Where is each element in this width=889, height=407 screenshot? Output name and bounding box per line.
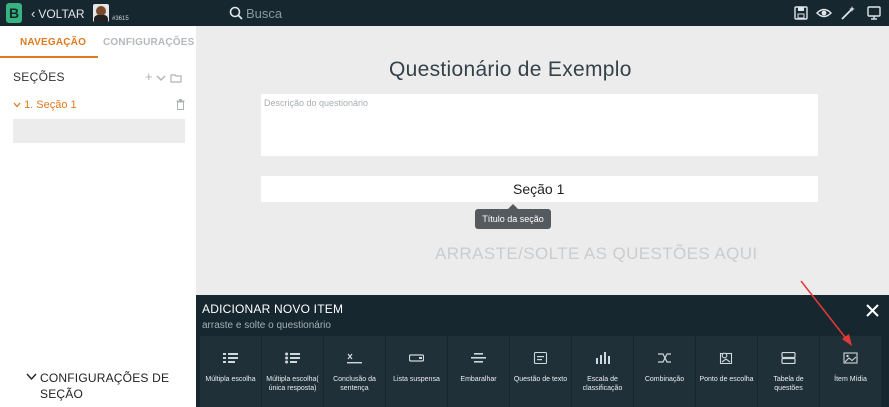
tile-label: Lista suspensa [393, 376, 440, 383]
app-logo[interactable]: B [6, 3, 22, 23]
shuffle-lines-icon [471, 353, 486, 363]
tile-ponto-escolha[interactable]: Ponto de escolha [696, 336, 757, 407]
sentence-icon [347, 353, 362, 364]
tile-multipla-escolha-unica[interactable]: Múltipla escolha( única resposta) [262, 336, 323, 407]
description-placeholder: Descrição do questionário [264, 98, 369, 108]
tile-label: Embaralhar [460, 376, 497, 383]
section-title-tooltip: Título da seção [475, 209, 551, 229]
questions-dropzone[interactable]: ARRASTE/SOLTE AS QUESTÕES AQUI [435, 244, 758, 264]
panel-title: ADICIONAR NOVO ITEM [202, 302, 344, 316]
tile-label: Ponto de escolha [699, 376, 754, 383]
image-icon [843, 352, 858, 364]
list-icon [223, 353, 238, 363]
bar-chart-icon [596, 352, 610, 364]
radio-list-icon [285, 352, 300, 364]
eye-icon[interactable] [816, 5, 832, 21]
tile-label: Múltipla escolha( única resposta) [266, 376, 319, 392]
table-icon [781, 352, 796, 364]
tile-label: Ítem Mídia [834, 376, 867, 383]
tile-label: Questão de texto [513, 376, 568, 383]
section-actions: + [145, 69, 182, 84]
monitor-icon[interactable] [866, 5, 882, 21]
item-tiles: Múltipla escolha Múltipla escolha( única… [200, 336, 885, 407]
sidebar: NAVEGAÇÃO CONFIGURAÇÕES SEÇÕES + 1. Seçã… [0, 26, 196, 407]
tile-label: Múltipla escolha [205, 376, 256, 383]
magic-wand-icon[interactable] [840, 5, 856, 21]
tile-questao-texto[interactable]: Questão de texto [510, 336, 571, 407]
tile-lista-suspensa[interactable]: Lista suspensa [386, 336, 447, 407]
tile-escala-classificacao[interactable]: Escala de classificação [572, 336, 633, 407]
tab-navegacao[interactable]: NAVEGAÇÃO [20, 37, 86, 48]
section-config-title: CONFIGURAÇÕES DE SEÇÃO [40, 371, 170, 401]
panel-subtitle: arraste e solte o questionário [202, 320, 331, 331]
image-point-icon [719, 352, 733, 364]
avatar-torso [94, 15, 108, 22]
tile-label: Tabela de questões [773, 376, 804, 392]
tile-multipla-escolha[interactable]: Múltipla escolha [200, 336, 261, 407]
sidebar-item-section-1[interactable]: 1. Seção 1 [13, 99, 77, 111]
section-drop-area[interactable] [13, 119, 185, 143]
tile-label: Combinação [644, 376, 685, 383]
tile-label: Escala de classificação [582, 376, 623, 392]
add-section-icon[interactable]: + [145, 69, 153, 84]
section-config-toggle[interactable]: CONFIGURAÇÕES DE SEÇÃO [26, 370, 196, 402]
chevron-down-icon [26, 373, 37, 381]
sections-title: SEÇÕES [13, 70, 65, 84]
section-title: Seção 1 [513, 181, 565, 197]
tile-embaralhar[interactable]: Embaralhar [448, 336, 509, 407]
tile-label: Conclusão da sentença [333, 376, 376, 392]
combine-icon [658, 353, 671, 363]
add-item-panel: ADICIONAR NOVO ITEM arraste e solte o qu… [196, 295, 889, 407]
back-label: VOLTAR [38, 7, 85, 21]
dropdown-icon [409, 354, 424, 362]
search-input[interactable]: Busca [246, 6, 282, 21]
save-icon[interactable] [793, 5, 809, 21]
tile-combinacao[interactable]: Combinação [634, 336, 695, 407]
top-bar: B ‹ VOLTAR #3615 Busca [0, 0, 889, 26]
section-item-label: 1. Seção 1 [24, 99, 77, 111]
back-button[interactable]: ‹ VOLTAR [31, 6, 85, 21]
annotation-arrow [800, 280, 852, 346]
close-icon[interactable] [866, 304, 879, 317]
search-icon[interactable] [229, 6, 243, 20]
chevron-down-icon[interactable] [156, 74, 166, 82]
chevron-left-icon: ‹ [31, 6, 36, 21]
user-id: #3615 [112, 16, 129, 22]
avatar[interactable] [93, 4, 109, 22]
tile-conclusao-sentenca[interactable]: Conclusão da sentença [324, 336, 385, 407]
chevron-down-icon [13, 102, 21, 108]
text-box-icon [533, 352, 548, 364]
trash-icon[interactable] [176, 99, 185, 110]
active-tab-indicator [0, 56, 98, 58]
folder-icon[interactable] [170, 73, 182, 83]
questionnaire-title[interactable]: Questionário de Exemplo [389, 58, 632, 82]
tab-configuracoes[interactable]: CONFIGURAÇÕES [103, 37, 195, 48]
